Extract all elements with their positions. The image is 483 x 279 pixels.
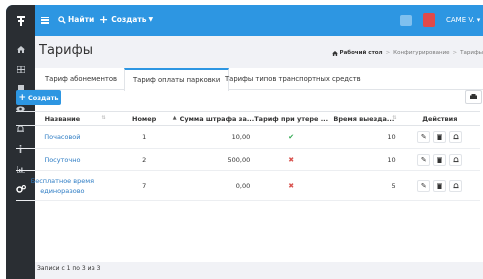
sidebar-item-dashboard[interactable] xyxy=(6,61,35,77)
table-header-row: Название ⇅ Номер ▲ Сумма штрафа за... Тари… xyxy=(16,111,480,126)
column-header-label: Номер xyxy=(132,114,157,123)
column-header-label: Тариф при утере ... xyxy=(254,114,329,123)
search-icon xyxy=(58,15,66,24)
column-header-number[interactable]: Номер ▲ xyxy=(108,111,180,126)
user-menu[interactable]: CAME V. ▾ xyxy=(446,16,480,24)
tariffs-table: Название ⇅ Номер ▲ Сумма штрафа за... Тари… xyxy=(16,111,480,201)
cell-number: 1 xyxy=(108,125,180,149)
home-icon xyxy=(331,50,338,56)
table-row[interactable]: Посуточно 2 500,00 ✖ 10 ✎ xyxy=(16,148,480,171)
bell-icon xyxy=(453,182,459,188)
check-icon: ✔ xyxy=(288,133,295,141)
create-menu-button[interactable]: + Создать ▼ xyxy=(99,12,154,26)
edit-button[interactable]: ✎ xyxy=(417,179,431,192)
create-button-label: Создать xyxy=(28,93,59,102)
pencil-icon: ✎ xyxy=(420,155,427,164)
bell-icon xyxy=(453,134,459,140)
create-menu-label: Создать xyxy=(111,15,147,24)
breadcrumb-separator: > xyxy=(385,50,391,56)
tab-vehicle-type-tariffs[interactable]: Тарифы типов транспортных средств xyxy=(225,68,361,90)
cell-name[interactable]: Бесплатное время единоразово xyxy=(16,170,109,201)
breadcrumb-item-tariffs[interactable]: Тарифы xyxy=(460,50,483,56)
cross-icon: ✖ xyxy=(288,181,295,190)
sort-asc-icon: ▲ xyxy=(172,115,177,121)
avatar[interactable] xyxy=(423,13,435,27)
breadcrumb-item-config[interactable]: Конфигурирование xyxy=(393,50,449,56)
cell-lost-ticket: ✖ xyxy=(254,148,329,171)
top-bar: Найти + Создать ▼ CAME V. ▾ xyxy=(6,5,483,36)
print-button[interactable] xyxy=(465,90,482,104)
cell-actions: ✎ xyxy=(399,125,480,149)
tab-bar: Тариф абонементов Тариф оплаты парковки … xyxy=(35,68,483,91)
plus-icon: + xyxy=(99,12,109,26)
cell-exit-time: 5 xyxy=(328,170,400,201)
notify-button[interactable] xyxy=(449,131,463,143)
search-button[interactable]: Найти xyxy=(58,15,94,24)
logo-icon[interactable] xyxy=(6,5,35,36)
sort-icon: ⇅ xyxy=(392,115,397,121)
edit-button[interactable]: ✎ xyxy=(417,131,431,143)
cell-fine: 500,00 xyxy=(179,148,255,171)
cell-actions: ✎ xyxy=(399,148,480,171)
delete-button[interactable] xyxy=(433,131,447,143)
user-name: CAME V. xyxy=(446,16,475,24)
edit-button[interactable]: ✎ xyxy=(417,153,431,166)
pencil-icon: ✎ xyxy=(420,133,427,141)
column-header-label: Время выезда... xyxy=(333,114,395,123)
grid-icon xyxy=(16,65,25,73)
menu-icon[interactable] xyxy=(41,15,49,25)
column-header-actions: Действия xyxy=(399,111,480,126)
cell-exit-time: 10 xyxy=(328,125,400,149)
column-header-label: Сумма штрафа за... xyxy=(179,114,255,123)
cell-lost-ticket: ✔ xyxy=(254,125,329,149)
cell-name[interactable]: Почасовой xyxy=(16,125,109,149)
records-count: Записи с 1 по 3 из 3 xyxy=(37,265,101,272)
tab-subscription-tariff[interactable]: Тариф абонементов xyxy=(45,68,117,90)
page-title: Тарифы xyxy=(39,43,93,58)
notification-indicator[interactable] xyxy=(400,15,412,26)
breadcrumb-separator: > xyxy=(452,50,458,56)
delete-button[interactable] xyxy=(433,179,447,192)
bell-icon xyxy=(453,156,459,162)
cell-lost-ticket: ✖ xyxy=(254,170,329,201)
plus-icon: + xyxy=(18,92,26,103)
notify-button[interactable] xyxy=(449,179,463,192)
cell-exit-time: 10 xyxy=(328,148,400,171)
column-header-lost-ticket[interactable]: Тариф при утере ... xyxy=(254,111,329,126)
breadcrumb: Рабочий стол > Конфигурирование > Тарифы xyxy=(331,50,483,56)
column-header-fine[interactable]: Сумма штрафа за... xyxy=(179,111,255,126)
cell-fine: 0,00 xyxy=(179,170,255,201)
cell-number: 2 xyxy=(108,148,180,171)
sort-icon: ⇅ xyxy=(101,115,106,121)
trash-icon xyxy=(437,157,443,163)
trash-icon xyxy=(437,134,443,140)
cell-actions: ✎ xyxy=(399,170,480,201)
column-header-exit-time[interactable]: Время выезда... ⇅ xyxy=(328,111,400,126)
notify-button[interactable] xyxy=(449,153,463,166)
pencil-icon: ✎ xyxy=(420,181,427,190)
column-header-label: Действия xyxy=(422,114,458,123)
tab-parking-payment-tariff[interactable]: Тариф оплаты парковки xyxy=(124,68,230,91)
cross-icon: ✖ xyxy=(288,155,295,164)
create-button[interactable]: + Создать xyxy=(16,90,61,105)
print-icon xyxy=(470,94,477,99)
trash-icon xyxy=(437,183,443,189)
breadcrumb-home-label: Рабочий стол xyxy=(339,50,383,56)
cell-number: 7 xyxy=(108,170,180,201)
app-window: Найти + Создать ▼ CAME V. ▾ Тарифы Рабоч… xyxy=(6,5,483,279)
table-row[interactable]: Почасовой 1 10,00 ✔ 10 ✎ xyxy=(16,125,480,149)
breadcrumb-home[interactable]: Рабочий стол xyxy=(331,50,383,56)
column-header-name[interactable]: Название ⇅ xyxy=(16,111,109,126)
column-header-label: Название xyxy=(44,114,81,123)
cell-name[interactable]: Посуточно xyxy=(16,148,109,171)
delete-button[interactable] xyxy=(433,153,447,166)
home-icon xyxy=(16,45,25,53)
search-label: Найти xyxy=(68,15,95,24)
table-row[interactable]: Бесплатное время единоразово 7 0,00 ✖ 5 … xyxy=(16,170,480,201)
chevron-down-icon: ▼ xyxy=(148,16,154,23)
cell-fine: 10,00 xyxy=(179,125,255,149)
sidebar-item-home[interactable] xyxy=(6,41,35,57)
